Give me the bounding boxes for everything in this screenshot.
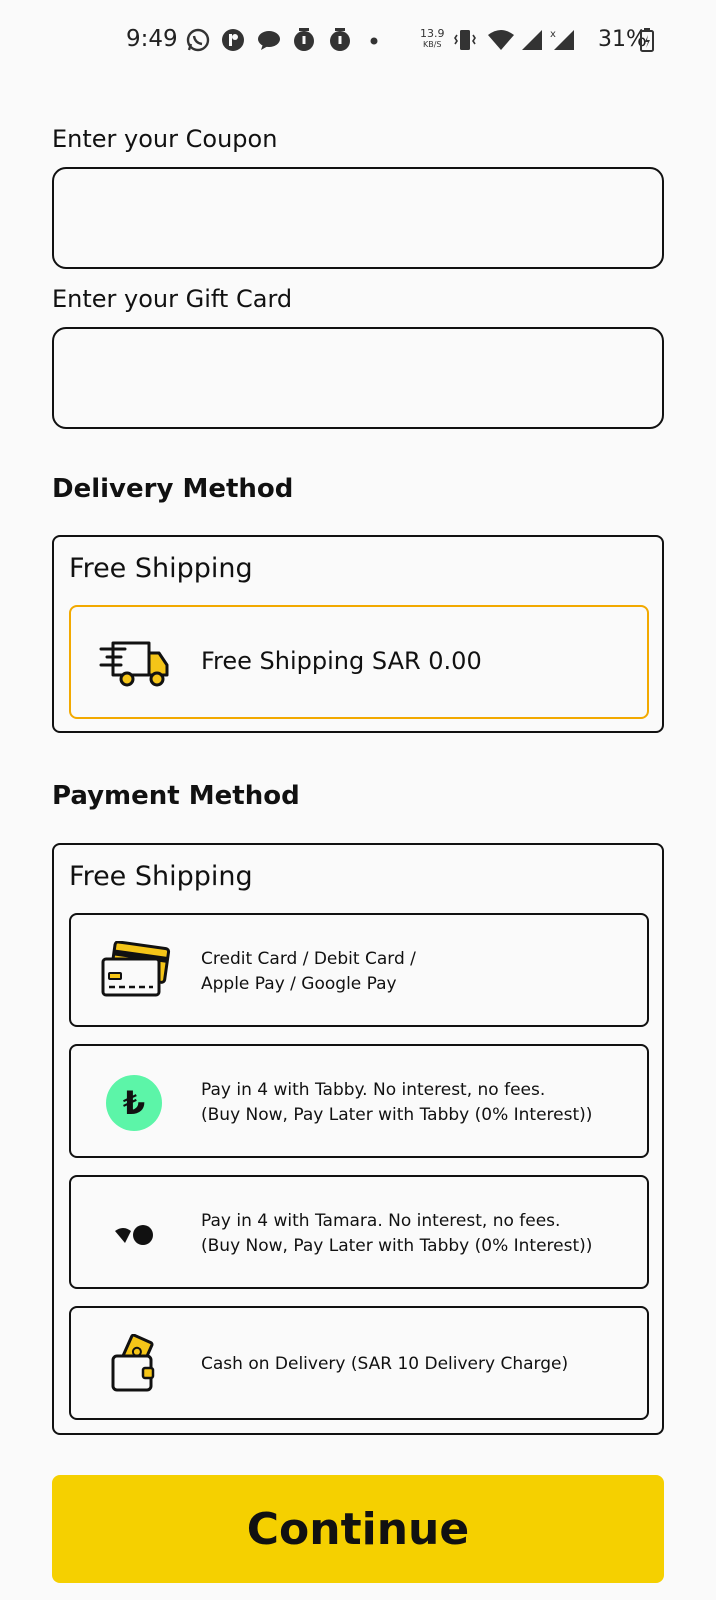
gift-card-input[interactable] xyxy=(54,329,662,427)
gift-card-label: Enter your Gift Card xyxy=(52,285,293,313)
cash-wallet-icon xyxy=(111,1334,155,1392)
svg-text:x: x xyxy=(550,29,556,40)
delivery-truck-icon xyxy=(99,641,169,687)
vibrate-icon xyxy=(454,30,476,50)
payment-option-tamara[interactable]: Pay in 4 with Tamara. No interest, no fe… xyxy=(69,1175,649,1289)
credit-card-icon xyxy=(101,941,171,997)
card-option-line1: Credit Card / Debit Card / xyxy=(201,949,416,969)
delivery-group-title: Free Shipping xyxy=(69,553,253,584)
wifi-icon xyxy=(488,30,514,50)
payment-option-card[interactable]: Credit Card / Debit Card / Apple Pay / G… xyxy=(69,913,649,1027)
delivery-method-title: Delivery Method xyxy=(52,474,294,504)
coupon-label: Enter your Coupon xyxy=(52,125,278,153)
coupon-field-box[interactable] xyxy=(52,167,664,269)
dot-icon xyxy=(370,37,378,45)
tabby-option-line2: (Buy Now, Pay Later with Tabby (0% Inter… xyxy=(201,1105,593,1125)
delivery-option-label: Free Shipping SAR 0.00 xyxy=(201,647,482,675)
delivery-method-group: Free Shipping Free Shipping SAR 0.00 xyxy=(52,535,664,733)
gift-card-field-box[interactable] xyxy=(52,327,664,429)
cod-option-line1: Cash on Delivery (SAR 10 Delivery Charge… xyxy=(201,1354,569,1374)
continue-button[interactable]: Continue xyxy=(52,1475,664,1583)
delivery-option-free-shipping[interactable]: Free Shipping SAR 0.00 xyxy=(69,605,649,719)
tabby-option-line1: Pay in 4 with Tabby. No interest, no fee… xyxy=(201,1080,546,1100)
status-time: 9:49 xyxy=(126,26,178,52)
card-option-line2: Apple Pay / Google Pay xyxy=(201,974,397,994)
tabby-logo-icon: ₺ xyxy=(106,1075,162,1131)
app-notification-icon xyxy=(222,29,244,51)
payment-option-cod[interactable]: Cash on Delivery (SAR 10 Delivery Charge… xyxy=(69,1306,649,1420)
status-bar: 9:49 13.9 KB/S x 31% xyxy=(0,0,716,82)
tamara-logo-icon xyxy=(115,1225,153,1245)
net-speed-unit: KB/S xyxy=(422,40,442,49)
tamara-option-line2: (Buy Now, Pay Later with Tabby (0% Inter… xyxy=(201,1236,593,1256)
whatsapp-icon xyxy=(186,28,210,52)
payment-method-group: Free Shipping Credit Card / Debit Card /… xyxy=(52,843,664,1435)
message-icon xyxy=(258,31,280,50)
svg-text:₺: ₺ xyxy=(123,1084,145,1122)
signal-no-service-icon: x xyxy=(550,29,574,50)
payment-group-title: Free Shipping xyxy=(69,861,253,892)
payment-method-title: Payment Method xyxy=(52,781,300,811)
tamara-option-line1: Pay in 4 with Tamara. No interest, no fe… xyxy=(201,1211,561,1231)
battery-icon xyxy=(640,28,654,52)
payment-option-tabby[interactable]: ₺ Pay in 4 with Tabby. No interest, no f… xyxy=(69,1044,649,1158)
net-speed: 13.9 KB/S xyxy=(420,28,445,50)
coupon-input[interactable] xyxy=(54,169,662,267)
timer-icon-2 xyxy=(330,28,350,51)
timer-icon xyxy=(294,28,314,51)
signal-icon xyxy=(522,30,542,50)
